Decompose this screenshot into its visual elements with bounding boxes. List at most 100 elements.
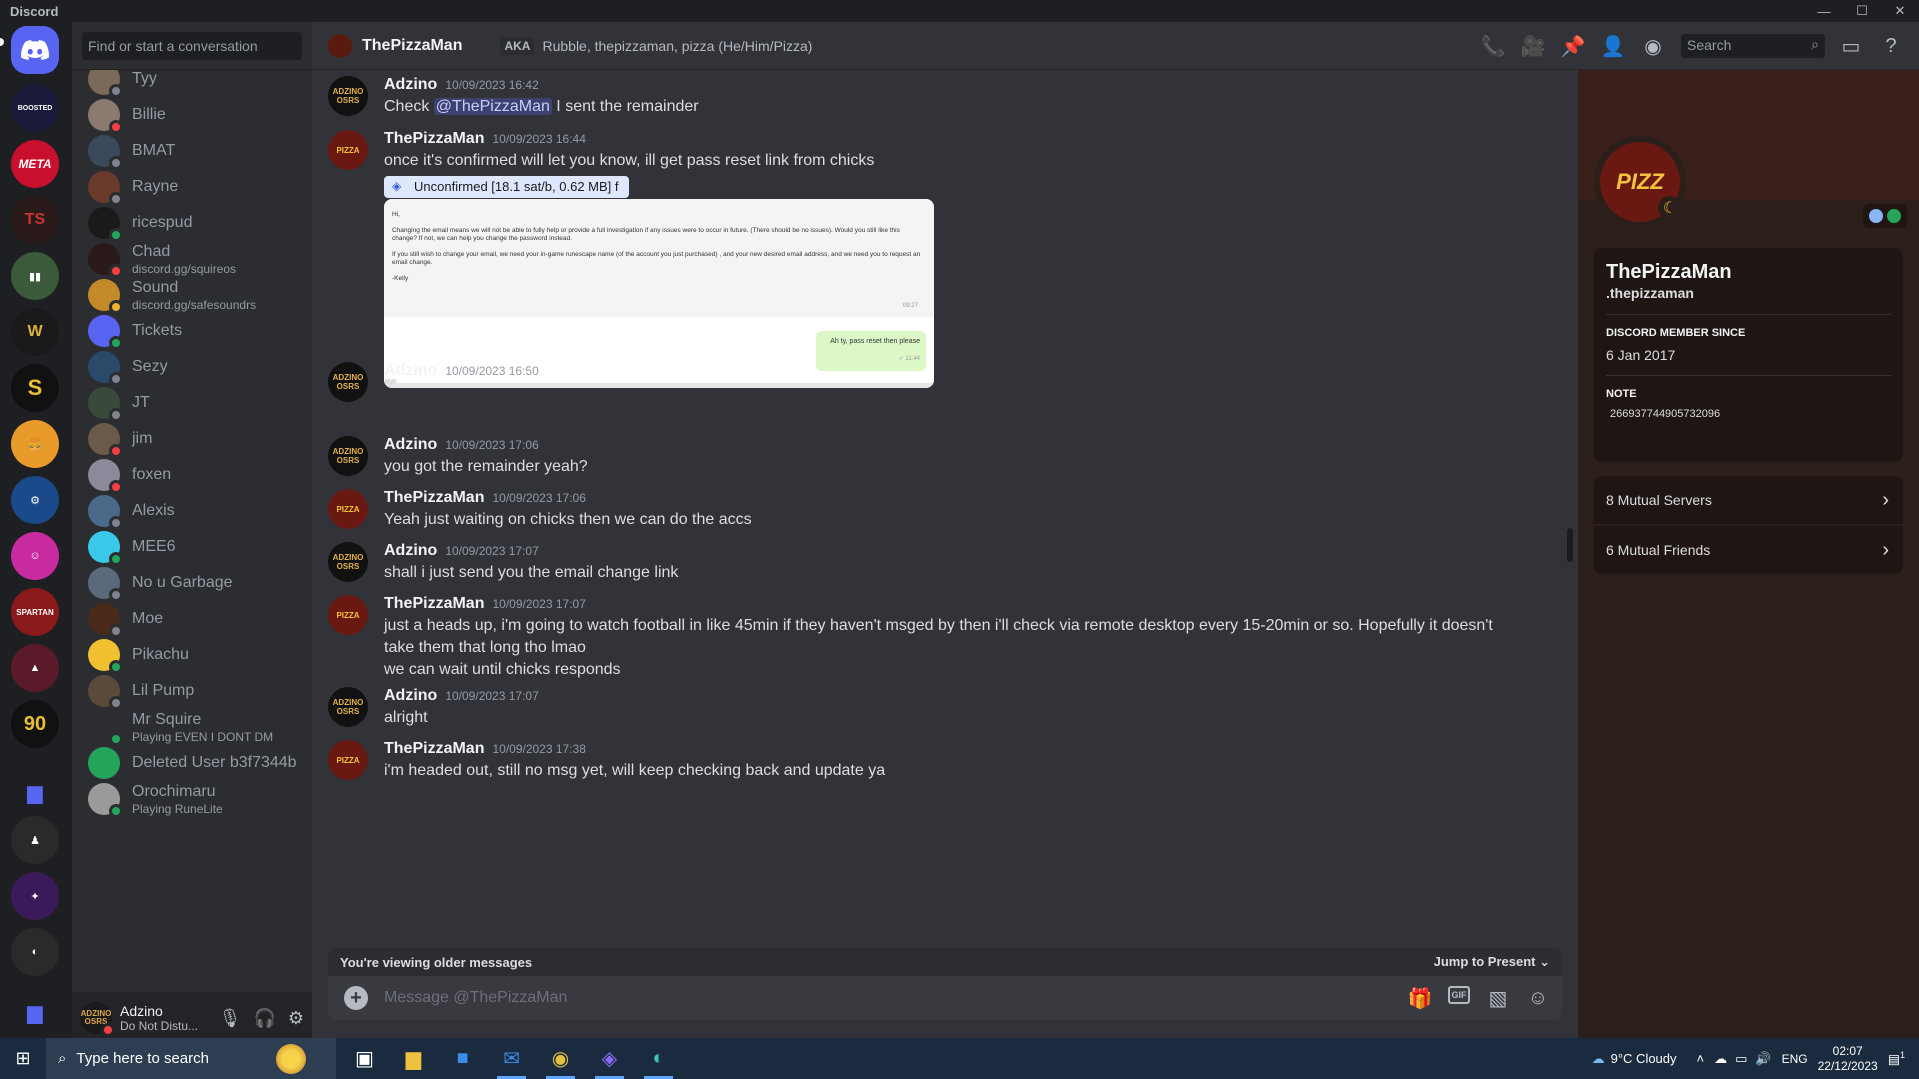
- nitro-badge-icon[interactable]: [1869, 209, 1883, 223]
- headphones-icon[interactable]: 🎧: [253, 1008, 275, 1029]
- avatar[interactable]: ADZINO OSRS: [80, 1002, 115, 1037]
- file-explorer-icon[interactable]: ▆: [389, 1038, 438, 1079]
- avatar[interactable]: ADZINO OSRS: [328, 76, 368, 116]
- minimize-button[interactable]: —: [1805, 0, 1843, 22]
- chat-header: ThePizzaMan AKA Rubble, thepizzaman, piz…: [312, 22, 1919, 70]
- server-icon[interactable]: BOOSTED: [11, 84, 59, 132]
- notification-icon[interactable]: ▤1: [1888, 1050, 1905, 1067]
- language-indicator[interactable]: ENG: [1782, 1052, 1808, 1066]
- inbox-icon[interactable]: ▭: [1839, 34, 1863, 58]
- windows-start-icon[interactable]: ⊞: [0, 1038, 46, 1079]
- network-icon[interactable]: ▭: [1735, 1051, 1747, 1067]
- server-icon[interactable]: META: [11, 140, 59, 188]
- taskbar-search[interactable]: ⌕ Type here to search: [46, 1038, 336, 1079]
- message-author[interactable]: Adzino: [384, 687, 437, 705]
- maximize-button[interactable]: ☐: [1843, 0, 1881, 22]
- message: PIZZA ThePizzaMan 10/09/2023 17:06 Yeah j…: [328, 489, 1558, 533]
- profile-avatar[interactable]: PIZZ ☾: [1594, 136, 1686, 228]
- server-icon[interactable]: ▲: [11, 644, 59, 692]
- folder-icon[interactable]: ▆: [11, 988, 59, 1036]
- clock[interactable]: 02:07 22/12/2023: [1818, 1044, 1878, 1074]
- avatar[interactable]: ADZINO OSRS: [328, 362, 368, 402]
- jump-label: Jump to Present: [1433, 954, 1536, 969]
- user-profile-icon[interactable]: ◉: [1641, 34, 1665, 58]
- note-field[interactable]: 266937744905732096: [1610, 408, 1891, 420]
- voice-call-icon[interactable]: 📞: [1481, 34, 1506, 58]
- avatar[interactable]: PIZZA: [328, 489, 368, 529]
- message-author[interactable]: ThePizzaMan: [384, 740, 484, 758]
- avatar[interactable]: PIZZA: [328, 130, 368, 170]
- emoji-icon[interactable]: ☺: [1526, 986, 1550, 1010]
- chrome-icon[interactable]: ◉: [536, 1038, 585, 1079]
- message-input[interactable]: Message @ThePizzaMan: [384, 989, 567, 1007]
- avatar[interactable]: ADZINO OSRS: [328, 542, 368, 582]
- server-icon[interactable]: ⚙: [11, 476, 59, 524]
- avatar[interactable]: PIZZA: [328, 595, 368, 635]
- attach-plus-icon[interactable]: +: [344, 986, 368, 1010]
- hashtag-badge-icon[interactable]: [1887, 209, 1901, 223]
- server-icon[interactable]: ◐: [11, 928, 59, 976]
- help-icon[interactable]: ?: [1879, 34, 1903, 58]
- jump-to-present-button[interactable]: Jump to Present ⌄: [1434, 954, 1550, 970]
- mail-icon[interactable]: ✉: [487, 1038, 536, 1079]
- avatar: [88, 387, 123, 422]
- avatar[interactable]: ADZINO OSRS: [328, 687, 368, 727]
- find-conversation-input[interactable]: Find or start a conversation: [82, 32, 302, 60]
- server-icon[interactable]: TS: [11, 196, 59, 244]
- server-icon[interactable]: ▮▮: [11, 252, 59, 300]
- discord-logo-icon: [21, 40, 49, 60]
- gear-icon[interactable]: ⚙: [288, 1008, 304, 1029]
- store-icon[interactable]: ■: [438, 1038, 487, 1079]
- server-icon[interactable]: SPARTAN: [11, 588, 59, 636]
- folder-icon[interactable]: ▆: [11, 768, 59, 816]
- gif-icon[interactable]: GIF: [1448, 986, 1470, 1004]
- add-friend-icon[interactable]: 👤: [1601, 34, 1626, 58]
- message-author[interactable]: ThePizzaMan: [384, 130, 484, 148]
- server-icon[interactable]: ♟: [11, 816, 59, 864]
- home-button[interactable]: [11, 26, 59, 74]
- transaction-tooltip: ◈ Unconfirmed [18.1 sat/b, 0.62 MB] f: [384, 176, 629, 198]
- message-author[interactable]: Adzino: [384, 436, 437, 454]
- scrollbar-thumb[interactable]: [1567, 528, 1573, 562]
- user-mention[interactable]: @ThePizzaMan: [433, 98, 552, 115]
- chat-scrollbar[interactable]: [1566, 70, 1574, 950]
- volume-icon[interactable]: 🔊: [1755, 1051, 1771, 1067]
- dm-name: ricespud: [132, 214, 193, 231]
- onedrive-icon[interactable]: ☁: [1714, 1051, 1727, 1067]
- dm-name: Sound: [132, 279, 179, 296]
- user-info[interactable]: Adzino Do Not Distu...: [112, 1003, 198, 1033]
- gift-icon[interactable]: 🎁: [1408, 986, 1433, 1010]
- email-paragraph: If you still wish to change your email, …: [392, 251, 921, 266]
- pin-icon[interactable]: 📌: [1561, 34, 1586, 58]
- chevron-up-icon[interactable]: ˄: [1697, 1051, 1705, 1066]
- divider: [1606, 314, 1891, 315]
- microphone-icon[interactable]: 🎙: [219, 1008, 242, 1029]
- message-author[interactable]: ThePizzaMan: [384, 489, 484, 507]
- window-controls: — ☐ ✕: [1805, 0, 1919, 22]
- server-icon[interactable]: ✦: [11, 872, 59, 920]
- search-input[interactable]: Search ⌕: [1681, 34, 1825, 58]
- weather-text[interactable]: 9°C Cloudy: [1611, 1051, 1677, 1066]
- mutual-servers-button[interactable]: 8 Mutual Servers ›: [1594, 476, 1903, 524]
- task-view-icon[interactable]: ▣: [340, 1038, 389, 1079]
- server-icon[interactable]: 🍔: [11, 420, 59, 468]
- edge-icon[interactable]: ◐: [634, 1038, 683, 1079]
- mutual-friends-label: 6 Mutual Friends: [1606, 542, 1711, 558]
- message-content: we can wait until chicks responds: [384, 661, 621, 678]
- server-icon[interactable]: ☺: [11, 532, 59, 580]
- message-author[interactable]: Adzino: [384, 76, 437, 94]
- avatar[interactable]: ADZINO OSRS: [328, 436, 368, 476]
- message-author[interactable]: Adzino: [384, 542, 437, 560]
- sticker-icon[interactable]: ▧: [1486, 986, 1510, 1010]
- image-attachment[interactable]: Hi, Changing the email means we will not…: [384, 199, 934, 388]
- server-icon[interactable]: 90: [11, 700, 59, 748]
- discord-icon[interactable]: ◈: [585, 1038, 634, 1079]
- server-icon[interactable]: S: [11, 364, 59, 412]
- server-icon[interactable]: W: [11, 308, 59, 356]
- mutual-friends-button[interactable]: 6 Mutual Friends ›: [1594, 526, 1903, 574]
- avatar[interactable]: PIZZA: [328, 740, 368, 780]
- close-button[interactable]: ✕: [1881, 0, 1919, 22]
- video-call-icon[interactable]: 🎥: [1521, 34, 1546, 58]
- message-author[interactable]: ThePizzaMan: [384, 595, 484, 613]
- dm-item[interactable]: Orochimaru Playing RuneLite: [80, 778, 304, 820]
